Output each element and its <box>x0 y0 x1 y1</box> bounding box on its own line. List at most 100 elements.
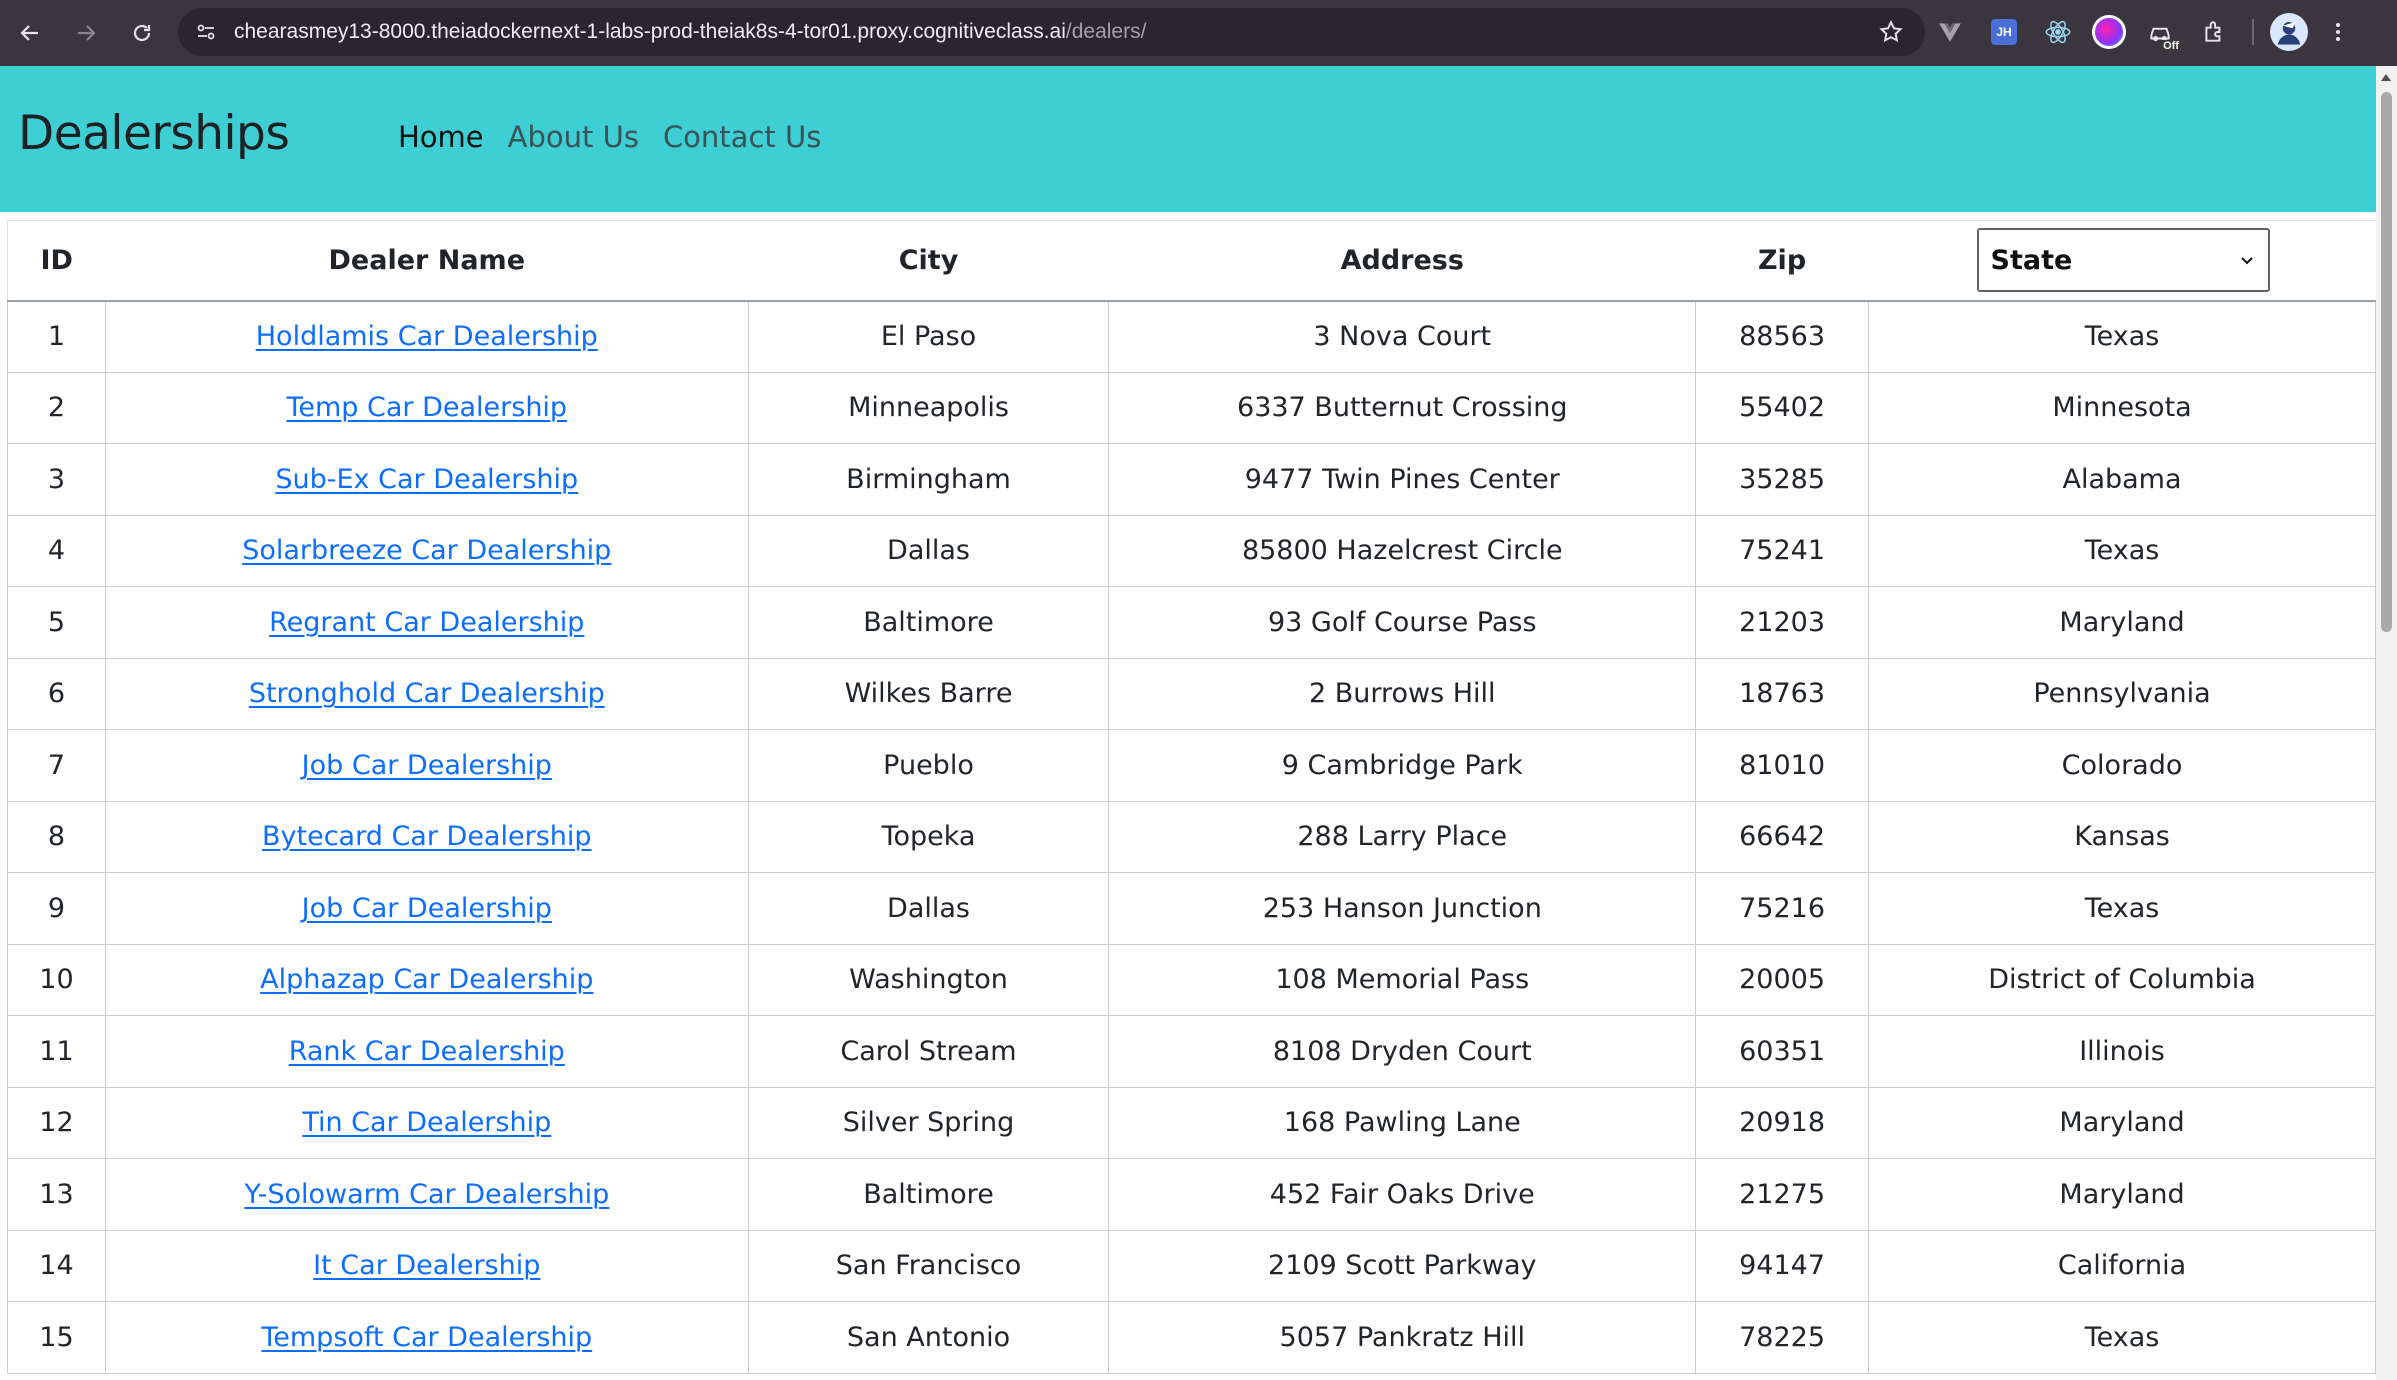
dealer-link[interactable]: Bytecard Car Dealership <box>262 821 592 852</box>
chevron-down-icon <box>2240 257 2253 265</box>
site-info-icon[interactable] <box>186 12 226 52</box>
cell-address: 168 Pawling Lane <box>1108 1086 1697 1159</box>
table-row: 3 Sub-Ex Car Dealership Birmingham 9477 Twi… <box>7 443 2376 516</box>
cell-zip: 55402 <box>1695 371 1870 444</box>
header-id: ID <box>7 220 106 302</box>
profile-avatar[interactable] <box>2270 13 2308 51</box>
nav-about-link[interactable]: About Us <box>508 120 639 154</box>
dealer-link[interactable]: Sub-Ex Car Dealership <box>275 464 578 495</box>
back-icon[interactable] <box>4 7 56 59</box>
dealer-link[interactable]: Temp Car Dealership <box>286 392 567 423</box>
react-devtools-icon[interactable] <box>2038 12 2078 52</box>
scrollbar-thumb[interactable] <box>2381 92 2392 632</box>
dealer-link[interactable]: Tempsoft Car Dealership <box>261 1322 592 1353</box>
cell-zip: 21275 <box>1695 1158 1870 1231</box>
puzzle-icon[interactable] <box>2194 12 2234 52</box>
cell-city: San Francisco <box>747 1229 1110 1302</box>
cell-address: 288 Larry Place <box>1108 800 1697 873</box>
cell-id: 11 <box>7 1015 106 1088</box>
nav-links: Home About Us Contact Us <box>398 120 845 154</box>
scroll-up-arrow-icon[interactable] <box>2381 74 2391 81</box>
table-row: 14 It Car Dealership San Francisco 2109 Sco… <box>7 1229 2376 1302</box>
header-dealer-name: Dealer Name <box>105 220 749 302</box>
colorful-extension-icon[interactable] <box>2092 15 2126 49</box>
cell-city: Washington <box>747 943 1110 1016</box>
cell-address: 3 Nova Court <box>1108 300 1697 373</box>
dealer-link[interactable]: Solarbreeze Car Dealership <box>242 535 611 566</box>
cell-state: California <box>1868 1229 2376 1302</box>
dealer-link[interactable]: Job Car Dealership <box>302 893 552 924</box>
dealer-link[interactable]: Rank Car Dealership <box>289 1036 565 1067</box>
dealer-link[interactable]: Regrant Car Dealership <box>269 607 584 638</box>
cell-state: Pennsylvania <box>1868 657 2376 730</box>
header-city: City <box>748 220 1109 302</box>
cell-dealer-name: Y-Solowarm Car Dealership <box>104 1158 749 1231</box>
dealer-link[interactable]: It Car Dealership <box>313 1250 540 1281</box>
table-header-row: ID Dealer Name City Address Zip State <box>7 220 2376 302</box>
state-filter-select[interactable]: State <box>1976 228 2270 293</box>
cell-zip: 60351 <box>1695 1015 1870 1088</box>
cell-city: Topeka <box>747 800 1110 873</box>
cell-dealer-name: Temp Car Dealership <box>104 371 749 444</box>
cell-state: Alabama <box>1868 443 2376 516</box>
cell-address: 8108 Dryden Court <box>1108 1015 1697 1088</box>
cell-dealer-name: Tempsoft Car Dealership <box>104 1301 749 1374</box>
forward-icon[interactable] <box>60 7 112 59</box>
cell-id: 13 <box>7 1158 106 1231</box>
dealer-link[interactable]: Y-Solowarm Car Dealership <box>244 1179 609 1210</box>
off-badge: Off <box>2160 40 2182 52</box>
dealer-link[interactable]: Job Car Dealership <box>302 750 552 781</box>
cell-city: Baltimore <box>747 586 1110 659</box>
dealer-link[interactable]: Tin Car Dealership <box>302 1107 551 1138</box>
cell-state: Illinois <box>1868 1015 2376 1088</box>
jh-extension-icon[interactable]: JH <box>1991 19 2017 45</box>
url-text: chearasmey13-8000.theiadockernext-1-labs… <box>234 20 1146 44</box>
page-scrollbar[interactable] <box>2376 66 2397 1380</box>
cell-dealer-name: Bytecard Car Dealership <box>104 800 749 873</box>
cell-state: Colorado <box>1868 729 2376 802</box>
cell-dealer-name: Solarbreeze Car Dealership <box>104 514 749 587</box>
cell-city: Baltimore <box>747 1158 1110 1231</box>
cell-id: 7 <box>7 729 106 802</box>
car-extension-icon[interactable]: Off <box>2140 12 2182 52</box>
cell-dealer-name: Tin Car Dealership <box>104 1086 749 1159</box>
extensions-area: JH Off <box>1930 8 2350 56</box>
cell-dealer-name: Job Car Dealership <box>104 872 749 945</box>
header-state: State <box>1868 220 2376 302</box>
table-row: 11 Rank Car Dealership Carol Stream 8108 Dr… <box>7 1015 2376 1088</box>
cell-id: 14 <box>7 1229 106 1302</box>
cell-id: 4 <box>7 514 106 587</box>
vue-devtools-icon[interactable] <box>1930 12 1970 52</box>
cell-zip: 75216 <box>1695 872 1870 945</box>
cell-dealer-name: Rank Car Dealership <box>104 1015 749 1088</box>
cell-address: 2109 Scott Parkway <box>1108 1229 1697 1302</box>
dealer-link[interactable]: Alphazap Car Dealership <box>260 964 593 995</box>
cell-dealer-name: Sub-Ex Car Dealership <box>104 443 749 516</box>
reload-icon[interactable] <box>116 7 168 59</box>
cell-city: San Antonio <box>747 1301 1110 1374</box>
dealer-link[interactable]: Holdlamis Car Dealership <box>256 321 598 352</box>
cell-id: 1 <box>7 300 106 373</box>
table-row: 2 Temp Car Dealership Minneapolis 6337 Butt… <box>7 371 2376 444</box>
cell-id: 6 <box>7 657 106 730</box>
dealer-link[interactable]: Stronghold Car Dealership <box>249 678 605 709</box>
cell-id: 3 <box>7 443 106 516</box>
cell-zip: 18763 <box>1695 657 1870 730</box>
table-row: 10 Alphazap Car Dealership Washington 108 M… <box>7 943 2376 1016</box>
more-menu-icon[interactable] <box>2326 20 2350 44</box>
cell-state: Texas <box>1868 300 2376 373</box>
cell-zip: 66642 <box>1695 800 1870 873</box>
url-host: chearasmey13-8000.theiadockernext-1-labs… <box>234 20 1066 43</box>
nav-contact-link[interactable]: Contact Us <box>663 120 821 154</box>
bookmark-star-icon[interactable] <box>1875 16 1907 48</box>
cell-zip: 78225 <box>1695 1301 1870 1374</box>
cell-state: Kansas <box>1868 800 2376 873</box>
nav-home-link[interactable]: Home <box>398 120 484 154</box>
cell-id: 8 <box>7 800 106 873</box>
cell-id: 5 <box>7 586 106 659</box>
brand-title[interactable]: Dealerships <box>18 106 290 161</box>
cell-address: 9 Cambridge Park <box>1108 729 1697 802</box>
address-bar[interactable]: chearasmey13-8000.theiadockernext-1-labs… <box>178 8 1925 56</box>
table-row: 15 Tempsoft Car Dealership San Antonio 5057… <box>7 1301 2376 1374</box>
cell-address: 2 Burrows Hill <box>1108 657 1697 730</box>
